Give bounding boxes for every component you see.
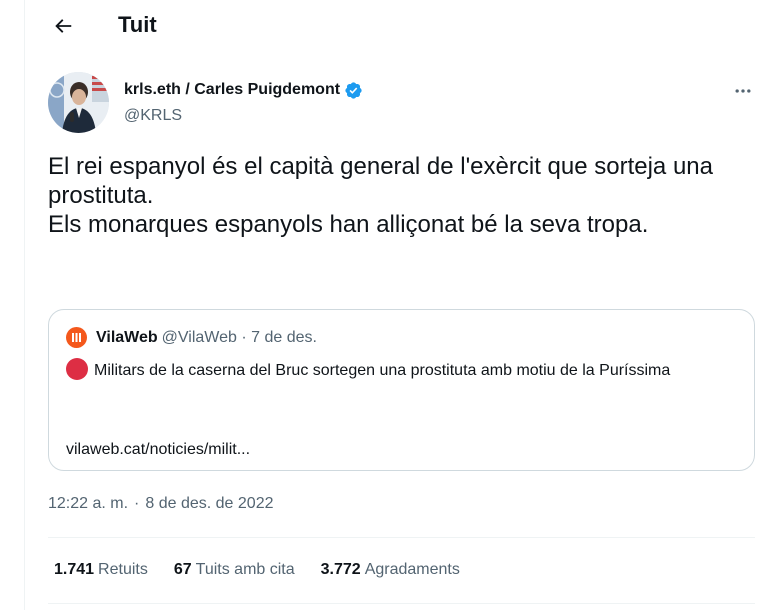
quoted-author-name: VilaWeb bbox=[96, 328, 158, 346]
quoted-author-meta: @VilaWeb · 7 de des. bbox=[161, 328, 317, 346]
more-horizontal-icon bbox=[735, 89, 751, 93]
tweet-timestamp[interactable]: 12:22 a. m. · 8 de des. de 2022 bbox=[48, 494, 273, 514]
avatar-image bbox=[48, 72, 109, 133]
column-border bbox=[24, 0, 25, 610]
page-header: Tuit bbox=[24, 0, 775, 53]
quoted-tweet-link[interactable]: vilaweb.cat/noticies/milit... bbox=[66, 440, 250, 460]
author-display-name[interactable]: krls.eth / Carles Puigdemont bbox=[124, 80, 340, 100]
author-handle[interactable]: @KRLS bbox=[124, 106, 182, 126]
quoted-tweet[interactable]: VilaWeb @VilaWeb · 7 de des. Militars de… bbox=[48, 309, 755, 471]
likes-label: Agradaments bbox=[364, 561, 460, 578]
retweets-count: 1.741 bbox=[54, 561, 95, 578]
quote-tweets-stat[interactable]: 67 Tuits amb cita bbox=[174, 560, 295, 580]
tweet-text: El rei espanyol és el capità general de … bbox=[48, 152, 748, 239]
engagement-stats: 1.741 Retuits 67 Tuits amb cita 3.772 Agrad… bbox=[48, 560, 480, 580]
red-circle-icon bbox=[66, 358, 88, 380]
quote-tweets-label: Tuits amb cita bbox=[195, 561, 295, 578]
timestamp-separator: · bbox=[134, 495, 140, 512]
quoted-avatar[interactable] bbox=[66, 327, 87, 348]
quote-tweets-count: 67 bbox=[173, 561, 192, 578]
author-name-row[interactable]: krls.eth / Carles Puigdemont bbox=[124, 80, 363, 100]
tweet-text-line: El rei espanyol és el capità general de … bbox=[48, 153, 713, 209]
avatar[interactable] bbox=[48, 72, 109, 133]
vilaweb-logo-icon bbox=[72, 333, 81, 342]
quoted-tweet-header: VilaWeb @VilaWeb · 7 de des. bbox=[66, 327, 317, 348]
timestamp-time[interactable]: 12:22 a. m. bbox=[48, 495, 128, 512]
page-title: Tuit bbox=[118, 12, 157, 37]
retweets-stat[interactable]: 1.741 Retuits bbox=[54, 560, 148, 580]
likes-count: 3.772 bbox=[320, 561, 361, 578]
arrow-left-icon bbox=[55, 19, 72, 33]
likes-stat[interactable]: 3.772 Agradaments bbox=[321, 560, 460, 580]
quoted-tweet-text-block: Militars de la caserna del Bruc sortegen… bbox=[66, 358, 726, 383]
more-options-button[interactable] bbox=[724, 78, 762, 104]
divider bbox=[48, 603, 755, 604]
quoted-tweet-text: Militars de la caserna del Bruc sortegen… bbox=[94, 362, 671, 379]
retweets-label: Retuits bbox=[98, 561, 148, 578]
divider bbox=[48, 537, 755, 538]
back-button[interactable] bbox=[46, 9, 80, 43]
tweet-text-line: Els monarques espanyols han alliçonat bé… bbox=[48, 211, 649, 238]
timestamp-date[interactable]: 8 de des. de 2022 bbox=[145, 495, 273, 512]
verified-badge-icon bbox=[344, 81, 363, 100]
